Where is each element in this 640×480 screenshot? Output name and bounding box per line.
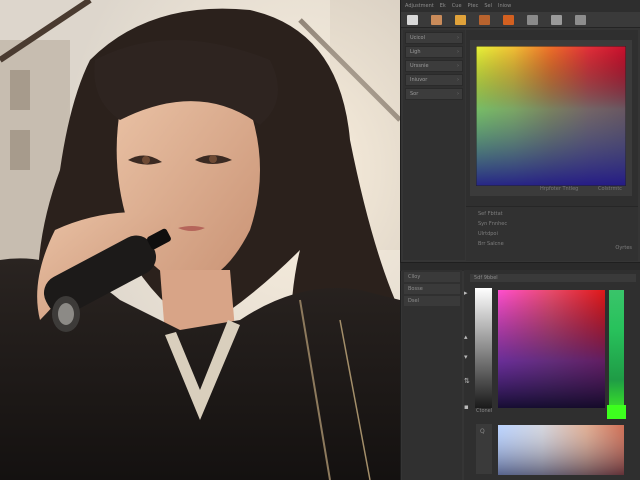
list-item-label: Bosse bbox=[408, 286, 423, 292]
toolbar bbox=[401, 12, 640, 28]
pin-icon[interactable]: ▾ bbox=[464, 354, 470, 361]
grayscale-strip[interactable] bbox=[475, 288, 492, 408]
palette-caption-right: Colstrmtc bbox=[598, 186, 623, 192]
palette-caption: Hrpfoter Tntleg bbox=[540, 186, 579, 192]
menu-bar: Adjustment Ek Cue Ptec Sel Iniow bbox=[401, 0, 640, 12]
menu-item-cue[interactable]: Cue bbox=[452, 3, 462, 9]
hue-slider[interactable] bbox=[609, 290, 624, 418]
menu-item-ek[interactable]: Ek bbox=[440, 3, 446, 9]
document-icon[interactable] bbox=[407, 15, 418, 25]
layers-list: Ucicol › Ligh › Urssnie › Iniuvor › Sor › bbox=[403, 30, 465, 260]
list-item-label: Dsel bbox=[408, 298, 419, 304]
adjust-icon[interactable]: ▪ bbox=[464, 404, 470, 411]
layer-row[interactable]: Iniuvor › bbox=[405, 74, 463, 86]
lower-left-list: Clloy Bosse Dsel bbox=[402, 270, 462, 480]
color-picker-field[interactable] bbox=[498, 290, 605, 408]
arrow-icon[interactable]: ▸ bbox=[464, 290, 470, 297]
menu-item-iniow[interactable]: Iniow bbox=[498, 3, 511, 9]
artwork-illustration bbox=[0, 0, 400, 480]
layer-label: Ucicol bbox=[410, 35, 425, 41]
info-panel: Sef Fbttat Syn Fnnhec Ulrtdpoi Brr Salcn… bbox=[466, 206, 638, 261]
picker-label: Ctonel bbox=[476, 408, 493, 414]
lock-icon[interactable] bbox=[527, 15, 538, 25]
info-line: Ulrtdpoi bbox=[478, 231, 498, 237]
info-line: Syn Fnnhec bbox=[478, 221, 508, 227]
layer-row[interactable]: Ligh › bbox=[405, 46, 463, 58]
info-tag: Oyrtes bbox=[615, 245, 632, 251]
chevron-right-icon: › bbox=[457, 77, 459, 83]
info-line: Brr Salcne bbox=[478, 241, 504, 247]
grid-icon[interactable] bbox=[575, 15, 586, 25]
chevron-right-icon: › bbox=[457, 91, 459, 97]
hue-slider-handle[interactable] bbox=[607, 405, 626, 419]
dropper-icon[interactable]: ▴ bbox=[464, 334, 470, 341]
layer-label: Sor bbox=[410, 91, 419, 97]
menu-item-adjustment[interactable]: Adjustment bbox=[405, 3, 434, 9]
picker-header: 5df 9bbel bbox=[470, 274, 636, 282]
layer-row[interactable]: Ucicol › bbox=[405, 32, 463, 44]
artwork-canvas[interactable] bbox=[0, 0, 400, 480]
layer-icon[interactable] bbox=[431, 15, 442, 25]
play-icon[interactable] bbox=[455, 15, 466, 25]
list-item[interactable]: Dsel bbox=[404, 296, 460, 306]
brush-icon[interactable] bbox=[479, 15, 490, 25]
info-line: Sef Fbttat bbox=[478, 211, 503, 217]
chevron-right-icon: › bbox=[457, 63, 459, 69]
swatch-tool-label: Q bbox=[480, 428, 485, 435]
menu-item-sel[interactable]: Sel bbox=[484, 3, 492, 9]
chevron-right-icon: › bbox=[457, 49, 459, 55]
layer-label: Iniuvor bbox=[410, 77, 428, 83]
color-palette-grid[interactable] bbox=[476, 46, 626, 186]
layer-label: Ligh bbox=[410, 49, 421, 55]
list-item-label: Clloy bbox=[408, 274, 421, 280]
picker-header-label: 5df 9bbel bbox=[474, 275, 498, 281]
swatch-tool[interactable]: Q bbox=[476, 424, 492, 474]
swap-icon[interactable]: ⇅ bbox=[464, 378, 470, 385]
list-item[interactable]: Bosse bbox=[404, 284, 460, 294]
eye-icon[interactable] bbox=[551, 15, 562, 25]
menu-item-ptec[interactable]: Ptec bbox=[468, 3, 479, 9]
swatch-icon[interactable] bbox=[503, 15, 514, 25]
layer-label: Urssnie bbox=[410, 63, 429, 69]
swatch-grid[interactable] bbox=[498, 425, 624, 475]
layer-row[interactable]: Sor › bbox=[405, 88, 463, 100]
chevron-right-icon: › bbox=[457, 35, 459, 41]
list-item[interactable]: Clloy bbox=[404, 272, 460, 282]
layer-row[interactable]: Urssnie › bbox=[405, 60, 463, 72]
